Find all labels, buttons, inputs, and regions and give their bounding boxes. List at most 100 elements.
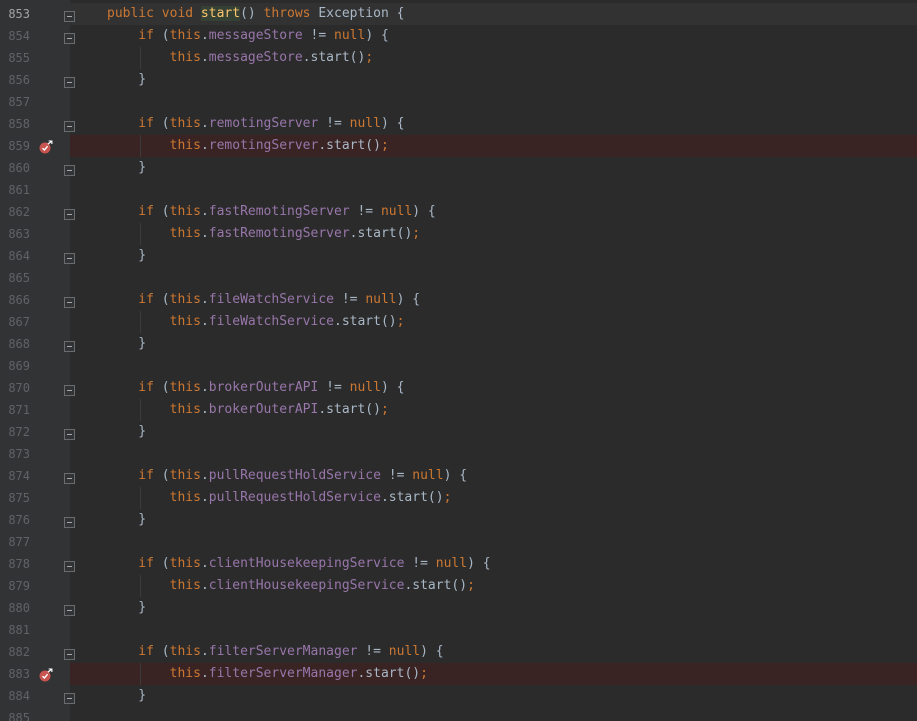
code-text[interactable]: this.pullRequestHoldService.start(); <box>107 487 452 509</box>
code-text[interactable]: if (this.fileWatchService != null) { <box>107 289 420 311</box>
line-number[interactable]: 855 <box>0 47 30 69</box>
line-number[interactable]: 854 <box>0 25 30 47</box>
code-line[interactable]: 861 <box>0 179 917 201</box>
breakpoint-slot[interactable] <box>38 161 54 177</box>
fold-icon[interactable] <box>64 74 75 88</box>
line-text-area[interactable]: this.messageStore.start(); <box>70 47 917 69</box>
breakpoint-slot[interactable] <box>38 447 54 463</box>
code-line[interactable]: } 884 <box>0 685 917 707</box>
code-line[interactable]: this.clientHousekeepingService.start(); 8… <box>0 575 917 597</box>
line-text-area[interactable]: this.filterServerManager.start(); <box>70 663 917 685</box>
breakpoint-slot[interactable] <box>38 29 54 45</box>
breakpoint-slot[interactable] <box>38 579 54 595</box>
code-line[interactable]: if (this.fileWatchService != null) {866 <box>0 289 917 311</box>
code-line[interactable]: 877 <box>0 531 917 553</box>
fold-icon[interactable] <box>64 602 75 616</box>
line-number[interactable]: 853 <box>0 3 30 25</box>
line-text-area[interactable]: if (this.filterServerManager != null) { <box>70 641 917 663</box>
code-line[interactable]: if (this.clientHousekeepingService != nu… <box>0 553 917 575</box>
breakpoint-icon[interactable] <box>38 139 54 155</box>
code-text[interactable]: this.clientHousekeepingService.start(); <box>107 575 475 597</box>
code-text[interactable]: } <box>107 509 146 531</box>
code-line[interactable]: } 868 <box>0 333 917 355</box>
line-text-area[interactable] <box>70 443 917 465</box>
fold-icon[interactable] <box>64 690 75 704</box>
line-text-area[interactable]: } <box>70 69 917 91</box>
code-line[interactable]: if (this.brokerOuterAPI != null) {870 <box>0 377 917 399</box>
breakpoint-slot[interactable] <box>38 469 54 485</box>
breakpoint-slot[interactable] <box>38 315 54 331</box>
line-number[interactable]: 867 <box>0 311 30 333</box>
line-number[interactable]: 860 <box>0 157 30 179</box>
code-line[interactable]: if (this.messageStore != null) { 854 <box>0 25 917 47</box>
code-line[interactable]: } 860 <box>0 157 917 179</box>
code-text[interactable]: this.fastRemotingServer.start(); <box>107 223 420 245</box>
line-text-area[interactable] <box>70 179 917 201</box>
code-text[interactable]: if (this.pullRequestHoldService != null)… <box>107 465 467 487</box>
line-number[interactable]: 876 <box>0 509 30 531</box>
line-text-area[interactable]: public void start() throws Exception { <box>70 3 917 25</box>
code-text[interactable]: public void start() throws Exception { <box>107 3 404 25</box>
fold-icon[interactable] <box>64 206 75 220</box>
breakpoint-slot[interactable] <box>38 249 54 265</box>
code-line[interactable]: } 880 <box>0 597 917 619</box>
breakpoint-slot[interactable] <box>38 205 54 221</box>
fold-icon[interactable] <box>64 30 75 44</box>
line-number[interactable]: 863 <box>0 223 30 245</box>
line-text-area[interactable]: this.brokerOuterAPI.start(); <box>70 399 917 421</box>
fold-icon[interactable] <box>64 514 75 528</box>
line-text-area[interactable]: } <box>70 685 917 707</box>
line-text-area[interactable]: } <box>70 245 917 267</box>
code-text[interactable]: } <box>107 333 146 355</box>
fold-icon[interactable] <box>64 162 75 176</box>
breakpoint-slot[interactable] <box>38 51 54 67</box>
line-number[interactable]: 877 <box>0 531 30 553</box>
line-number[interactable]: 856 <box>0 69 30 91</box>
line-text-area[interactable]: this.pullRequestHoldService.start(); <box>70 487 917 509</box>
breakpoint-slot[interactable] <box>38 645 54 661</box>
line-text-area[interactable]: } <box>70 597 917 619</box>
code-line[interactable]: public void start() throws Exception { 85… <box>0 3 917 25</box>
code-editor[interactable]: public void start() throws Exception { 85… <box>0 0 917 721</box>
line-text-area[interactable]: if (this.clientHousekeepingService != nu… <box>70 553 917 575</box>
code-text[interactable]: if (this.clientHousekeepingService != nu… <box>107 553 490 575</box>
line-number[interactable]: 873 <box>0 443 30 465</box>
breakpoint-slot[interactable] <box>38 623 54 639</box>
breakpoint-slot[interactable] <box>38 73 54 89</box>
breakpoint-icon[interactable] <box>38 667 54 683</box>
line-number[interactable]: 883 <box>0 663 30 685</box>
code-text[interactable]: if (this.fastRemotingServer != null) { <box>107 201 435 223</box>
code-line[interactable]: 857 <box>0 91 917 113</box>
code-text[interactable]: } <box>107 245 146 267</box>
breakpoint-slot[interactable] <box>38 7 54 23</box>
code-line[interactable]: this.fileWatchService.start(); 867 <box>0 311 917 333</box>
fold-icon[interactable] <box>64 558 75 572</box>
line-number[interactable]: 868 <box>0 333 30 355</box>
breakpoint-slot[interactable] <box>38 271 54 287</box>
code-line[interactable]: this.remotingServer.start(); 859 <box>0 135 917 157</box>
line-number[interactable]: 858 <box>0 113 30 135</box>
line-text-area[interactable]: } <box>70 509 917 531</box>
breakpoint-slot[interactable] <box>38 337 54 353</box>
line-number[interactable]: 879 <box>0 575 30 597</box>
line-text-area[interactable]: if (this.fileWatchService != null) { <box>70 289 917 311</box>
breakpoint-slot[interactable] <box>38 425 54 441</box>
line-number[interactable]: 878 <box>0 553 30 575</box>
line-text-area[interactable] <box>70 707 917 721</box>
code-line[interactable]: 865 <box>0 267 917 289</box>
code-line[interactable]: 869 <box>0 355 917 377</box>
breakpoint-slot[interactable] <box>38 491 54 507</box>
line-text-area[interactable] <box>70 531 917 553</box>
code-text[interactable]: } <box>107 597 146 619</box>
code-text[interactable]: this.filterServerManager.start(); <box>107 663 428 685</box>
line-number[interactable]: 865 <box>0 267 30 289</box>
code-line[interactable]: } 872 <box>0 421 917 443</box>
code-text[interactable]: this.messageStore.start(); <box>107 47 374 69</box>
breakpoint-slot[interactable] <box>38 513 54 529</box>
breakpoint-slot[interactable] <box>38 403 54 419</box>
line-text-area[interactable]: if (this.pullRequestHoldService != null)… <box>70 465 917 487</box>
line-text-area[interactable]: if (this.fastRemotingServer != null) { <box>70 201 917 223</box>
line-number[interactable]: 857 <box>0 91 30 113</box>
code-text[interactable]: if (this.messageStore != null) { <box>107 25 389 47</box>
line-text-area[interactable]: this.clientHousekeepingService.start(); <box>70 575 917 597</box>
